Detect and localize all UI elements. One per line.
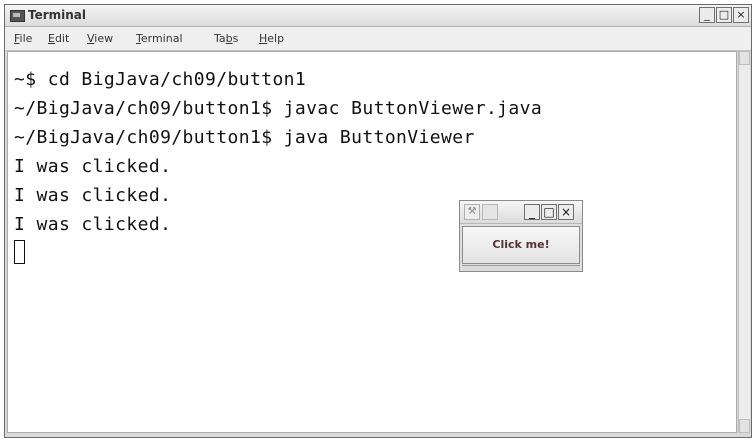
terminal-line: I was clicked. [14, 214, 172, 235]
click-me-button[interactable]: Click me! [462, 226, 580, 264]
button-viewer-bottom-edge [462, 265, 580, 271]
menu-edit[interactable]: Edit [48, 32, 69, 45]
java-app-icon: ⚒ [464, 204, 480, 220]
terminal-line: I was clicked. [14, 156, 172, 177]
maximize-button[interactable]: □ [716, 7, 732, 23]
maximize-button[interactable]: □ [541, 204, 557, 220]
vertical-scrollbar[interactable] [738, 51, 750, 433]
close-button[interactable]: × [733, 7, 749, 23]
close-button[interactable]: × [558, 204, 574, 220]
terminal-line: ~$ cd BigJava/ch09/button1 [14, 69, 307, 90]
window-title: Terminal [28, 8, 87, 22]
scroll-down-arrow[interactable] [739, 419, 750, 433]
button-viewer-title-bar[interactable]: ⚒ _ □ × [460, 201, 582, 224]
terminal-line: I was clicked. [14, 185, 172, 206]
title-bar[interactable]: Terminal _ □ × [5, 5, 751, 27]
terminal-app-icon [10, 10, 25, 22]
menu-terminal[interactable]: Terminal [136, 32, 183, 45]
terminal-window: Terminal _ □ × File Edit View Terminal T… [4, 4, 752, 438]
scroll-up-arrow[interactable] [739, 51, 750, 65]
menu-file[interactable]: File [14, 32, 32, 45]
minimize-button[interactable]: _ [699, 7, 715, 23]
minimize-button[interactable]: _ [524, 204, 540, 220]
menu-view[interactable]: View [87, 32, 113, 45]
terminal-output[interactable]: ~$ cd BigJava/ch09/button1 ~/BigJava/ch0… [7, 51, 737, 433]
button-viewer-window: ⚒ _ □ × Click me! [459, 200, 583, 272]
window-menu-icon[interactable] [482, 204, 498, 220]
menu-bar: File Edit View Terminal Tabs Help [5, 27, 751, 51]
terminal-line: ~/BigJava/ch09/button1$ javac ButtonView… [14, 98, 543, 119]
text-cursor [14, 240, 25, 264]
menu-tabs[interactable]: Tabs [214, 32, 238, 45]
menu-help[interactable]: Help [259, 32, 284, 45]
terminal-line: ~/BigJava/ch09/button1$ java ButtonViewe… [14, 127, 475, 148]
